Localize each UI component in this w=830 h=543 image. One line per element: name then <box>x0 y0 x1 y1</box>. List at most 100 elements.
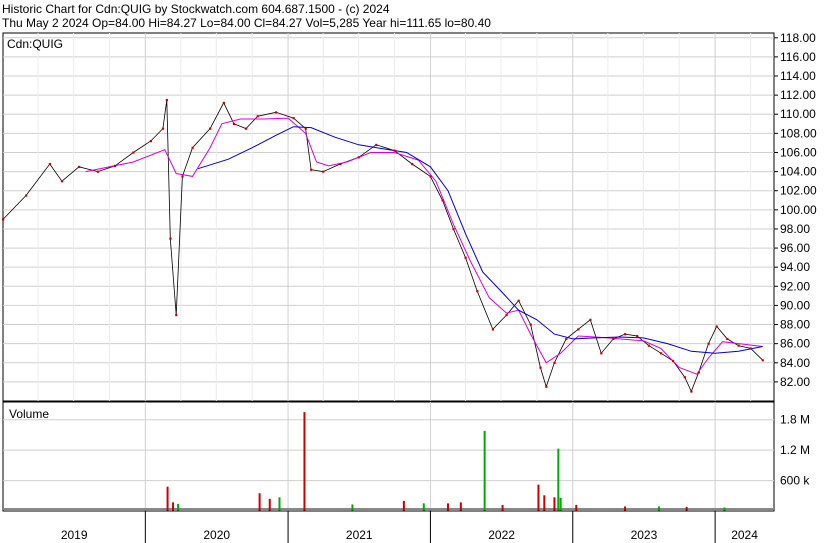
x-axis: 2019 2020 2021 2022 2023 2024 <box>3 510 774 543</box>
price-point <box>671 359 675 363</box>
volume-bar <box>303 412 306 511</box>
x-tick-label: 2022 <box>488 528 515 542</box>
volume-bar <box>723 507 726 511</box>
price-tick-label: 96.00 <box>780 241 810 255</box>
chart-canvas: 82.00 84.00 86.00 88.00 90.00 92.00 94.00 96.00… <box>2 31 817 543</box>
volume-bar <box>166 486 169 511</box>
price-point <box>636 335 639 338</box>
price-point <box>232 122 236 126</box>
volume-bar <box>559 497 562 511</box>
x-tick-label: 2023 <box>631 528 658 542</box>
price-point <box>393 149 396 152</box>
price-point <box>539 366 542 369</box>
price-point <box>761 359 764 362</box>
price-point <box>565 337 568 341</box>
price-point <box>60 180 64 183</box>
volume-bar <box>575 504 578 511</box>
price-point <box>707 342 710 345</box>
volume-bar <box>278 497 281 511</box>
volume-bar <box>446 503 449 511</box>
volume-bar <box>172 502 175 511</box>
price-point <box>169 237 172 240</box>
volume-bar <box>177 503 180 511</box>
price-panel: 82.00 84.00 86.00 88.00 90.00 92.00 94.00 96.00… <box>2 31 817 402</box>
price-point <box>339 162 342 166</box>
price-tick-label: 92.00 <box>780 279 810 293</box>
price-point <box>256 115 259 118</box>
price-point <box>78 165 81 169</box>
price-point <box>429 175 432 178</box>
price-point <box>165 98 168 102</box>
price-point <box>690 390 693 393</box>
volume-bar <box>501 504 504 511</box>
price-point <box>209 127 212 130</box>
price-point <box>175 313 178 317</box>
volume-tick-label: 600 k <box>780 474 810 488</box>
price-tick-label: 100.00 <box>780 203 817 217</box>
price-point <box>304 127 307 130</box>
price-point <box>659 352 663 355</box>
volume-bar <box>351 504 354 511</box>
price-point <box>749 347 752 350</box>
price-point <box>181 175 184 178</box>
price-point <box>191 146 194 149</box>
price-point <box>545 385 548 388</box>
price-point <box>292 117 295 120</box>
price-point <box>589 318 592 321</box>
price-tick-label: 90.00 <box>780 298 810 312</box>
price-tick-label: 102.00 <box>780 184 817 198</box>
price-point <box>529 323 532 326</box>
price-point <box>517 299 520 302</box>
price-tick-label: 86.00 <box>780 337 810 351</box>
volume-panel-frame <box>2 401 775 512</box>
price-tick-label: 112.00 <box>780 88 816 102</box>
volume-tick-label: 1.8 M <box>780 413 810 427</box>
price-panel-frame <box>2 32 775 402</box>
price-point <box>149 140 153 143</box>
price-point <box>48 162 51 166</box>
price-tick-label: 110.00 <box>780 107 816 121</box>
price-point <box>491 328 495 331</box>
price-point <box>577 328 580 331</box>
price-tick-label: 98.00 <box>780 222 810 236</box>
x-tick-label: 2019 <box>61 528 88 542</box>
price-point <box>624 333 627 336</box>
volume-panel-label: Volume <box>9 407 49 421</box>
volume-bar <box>657 506 660 511</box>
price-point <box>132 151 135 154</box>
price-tick-label: 114.00 <box>780 69 816 83</box>
price-point <box>2 218 5 221</box>
volume-bar <box>402 500 405 511</box>
volume-panel: 600 k 1.2 M 1.8 M Volume <box>2 401 810 512</box>
volume-bar <box>543 495 546 511</box>
price-point <box>357 156 360 159</box>
price-tick-label: 104.00 <box>780 165 817 179</box>
volume-bar <box>268 498 271 511</box>
price-point <box>715 325 718 328</box>
price-point <box>411 162 414 166</box>
volume-bar <box>557 448 560 511</box>
volume-bar <box>483 430 486 511</box>
price-point <box>222 101 225 104</box>
x-tick-label: 2020 <box>203 528 230 542</box>
price-point <box>600 352 603 355</box>
price-point <box>322 170 325 173</box>
price-point <box>683 376 686 379</box>
volume-bar <box>553 497 556 511</box>
price-point <box>310 168 313 171</box>
price-tick-label: 106.00 <box>780 145 817 159</box>
price-point <box>161 127 165 130</box>
price-point <box>612 337 615 341</box>
price-tick-label: 108.00 <box>780 126 817 140</box>
price-point <box>96 170 99 173</box>
price-point <box>505 313 508 317</box>
price-point <box>464 256 467 259</box>
volume-bar <box>422 503 425 511</box>
price-panel-label: Cdn:QUIG <box>7 37 63 51</box>
volume-bar <box>624 506 627 511</box>
price-tick-label: 88.00 <box>780 318 810 332</box>
price-point <box>697 371 700 374</box>
price-point <box>476 290 479 293</box>
price-point <box>737 344 740 347</box>
price-tick-label: 116.00 <box>780 50 816 64</box>
